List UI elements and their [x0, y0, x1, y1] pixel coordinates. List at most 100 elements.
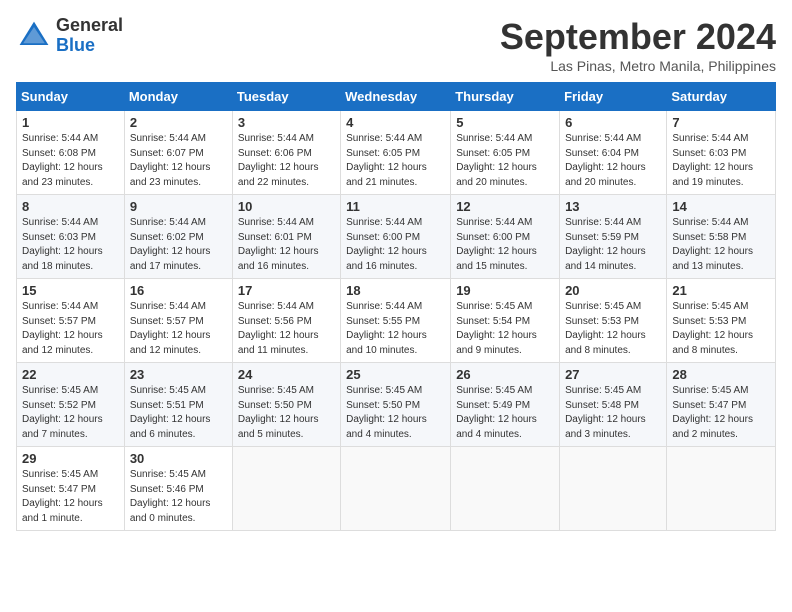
day-info: Sunrise: 5:44 AM Sunset: 6:00 PM Dayligh… [346, 216, 445, 274]
day-number: 22 [22, 367, 119, 382]
day-info: Sunrise: 5:45 AM Sunset: 5:51 PM Dayligh… [130, 384, 227, 442]
day-number: 11 [346, 199, 445, 214]
title-location: Las Pinas, Metro Manila, Philippines [500, 58, 776, 74]
calendar-cell: 20 Sunrise: 5:45 AM Sunset: 5:53 PM Dayl… [560, 279, 667, 363]
calendar-table: Sunday Monday Tuesday Wednesday Thursday… [16, 82, 776, 531]
day-number: 6 [565, 115, 661, 130]
day-info: Sunrise: 5:44 AM Sunset: 6:01 PM Dayligh… [238, 216, 335, 274]
day-info: Sunrise: 5:44 AM Sunset: 5:55 PM Dayligh… [346, 300, 445, 358]
day-number: 16 [130, 283, 227, 298]
calendar-cell: 22 Sunrise: 5:45 AM Sunset: 5:52 PM Dayl… [17, 363, 125, 447]
calendar-cell: 2 Sunrise: 5:44 AM Sunset: 6:07 PM Dayli… [124, 111, 232, 195]
calendar-cell: 23 Sunrise: 5:45 AM Sunset: 5:51 PM Dayl… [124, 363, 232, 447]
title-month: September 2024 [500, 16, 776, 58]
calendar-cell: 5 Sunrise: 5:44 AM Sunset: 6:05 PM Dayli… [451, 111, 560, 195]
day-number: 8 [22, 199, 119, 214]
day-info: Sunrise: 5:44 AM Sunset: 5:59 PM Dayligh… [565, 216, 661, 274]
calendar-cell [667, 447, 776, 531]
day-info: Sunrise: 5:45 AM Sunset: 5:47 PM Dayligh… [22, 468, 119, 526]
day-info: Sunrise: 5:44 AM Sunset: 6:04 PM Dayligh… [565, 132, 661, 190]
day-number: 4 [346, 115, 445, 130]
col-thursday: Thursday [451, 83, 560, 111]
day-number: 24 [238, 367, 335, 382]
day-info: Sunrise: 5:44 AM Sunset: 6:06 PM Dayligh… [238, 132, 335, 190]
calendar-cell [560, 447, 667, 531]
day-number: 30 [130, 451, 227, 466]
day-info: Sunrise: 5:45 AM Sunset: 5:47 PM Dayligh… [672, 384, 770, 442]
day-number: 29 [22, 451, 119, 466]
calendar-cell: 3 Sunrise: 5:44 AM Sunset: 6:06 PM Dayli… [232, 111, 340, 195]
day-number: 2 [130, 115, 227, 130]
day-number: 15 [22, 283, 119, 298]
calendar-body: 1 Sunrise: 5:44 AM Sunset: 6:08 PM Dayli… [17, 111, 776, 531]
col-wednesday: Wednesday [341, 83, 451, 111]
day-number: 20 [565, 283, 661, 298]
calendar-week-3: 15 Sunrise: 5:44 AM Sunset: 5:57 PM Dayl… [17, 279, 776, 363]
calendar-cell: 25 Sunrise: 5:45 AM Sunset: 5:50 PM Dayl… [341, 363, 451, 447]
day-info: Sunrise: 5:44 AM Sunset: 6:08 PM Dayligh… [22, 132, 119, 190]
calendar-cell: 13 Sunrise: 5:44 AM Sunset: 5:59 PM Dayl… [560, 195, 667, 279]
title-block: September 2024 Las Pinas, Metro Manila, … [500, 16, 776, 74]
day-number: 7 [672, 115, 770, 130]
header: General Blue September 2024 Las Pinas, M… [16, 16, 776, 74]
day-info: Sunrise: 5:45 AM Sunset: 5:54 PM Dayligh… [456, 300, 554, 358]
day-info: Sunrise: 5:44 AM Sunset: 6:05 PM Dayligh… [456, 132, 554, 190]
calendar-cell: 12 Sunrise: 5:44 AM Sunset: 6:00 PM Dayl… [451, 195, 560, 279]
day-number: 26 [456, 367, 554, 382]
calendar-cell: 21 Sunrise: 5:45 AM Sunset: 5:53 PM Dayl… [667, 279, 776, 363]
calendar-cell [341, 447, 451, 531]
calendar-header: Sunday Monday Tuesday Wednesday Thursday… [17, 83, 776, 111]
day-info: Sunrise: 5:45 AM Sunset: 5:46 PM Dayligh… [130, 468, 227, 526]
calendar-cell: 1 Sunrise: 5:44 AM Sunset: 6:08 PM Dayli… [17, 111, 125, 195]
calendar-cell [232, 447, 340, 531]
day-info: Sunrise: 5:45 AM Sunset: 5:48 PM Dayligh… [565, 384, 661, 442]
day-number: 27 [565, 367, 661, 382]
calendar-cell: 7 Sunrise: 5:44 AM Sunset: 6:03 PM Dayli… [667, 111, 776, 195]
day-info: Sunrise: 5:45 AM Sunset: 5:52 PM Dayligh… [22, 384, 119, 442]
calendar-cell: 4 Sunrise: 5:44 AM Sunset: 6:05 PM Dayli… [341, 111, 451, 195]
calendar-cell: 19 Sunrise: 5:45 AM Sunset: 5:54 PM Dayl… [451, 279, 560, 363]
calendar-cell: 26 Sunrise: 5:45 AM Sunset: 5:49 PM Dayl… [451, 363, 560, 447]
day-number: 3 [238, 115, 335, 130]
calendar-cell: 15 Sunrise: 5:44 AM Sunset: 5:57 PM Dayl… [17, 279, 125, 363]
logo-general-text: General [56, 16, 123, 36]
day-info: Sunrise: 5:44 AM Sunset: 6:00 PM Dayligh… [456, 216, 554, 274]
day-info: Sunrise: 5:44 AM Sunset: 5:58 PM Dayligh… [672, 216, 770, 274]
day-number: 13 [565, 199, 661, 214]
col-monday: Monday [124, 83, 232, 111]
day-info: Sunrise: 5:44 AM Sunset: 5:56 PM Dayligh… [238, 300, 335, 358]
calendar-cell: 27 Sunrise: 5:45 AM Sunset: 5:48 PM Dayl… [560, 363, 667, 447]
day-number: 14 [672, 199, 770, 214]
calendar-cell: 29 Sunrise: 5:45 AM Sunset: 5:47 PM Dayl… [17, 447, 125, 531]
day-info: Sunrise: 5:45 AM Sunset: 5:53 PM Dayligh… [672, 300, 770, 358]
day-number: 17 [238, 283, 335, 298]
day-info: Sunrise: 5:44 AM Sunset: 6:07 PM Dayligh… [130, 132, 227, 190]
day-number: 5 [456, 115, 554, 130]
day-info: Sunrise: 5:45 AM Sunset: 5:49 PM Dayligh… [456, 384, 554, 442]
col-tuesday: Tuesday [232, 83, 340, 111]
day-info: Sunrise: 5:45 AM Sunset: 5:53 PM Dayligh… [565, 300, 661, 358]
day-info: Sunrise: 5:44 AM Sunset: 6:03 PM Dayligh… [22, 216, 119, 274]
day-number: 18 [346, 283, 445, 298]
day-number: 23 [130, 367, 227, 382]
day-info: Sunrise: 5:44 AM Sunset: 6:05 PM Dayligh… [346, 132, 445, 190]
calendar-week-4: 22 Sunrise: 5:45 AM Sunset: 5:52 PM Dayl… [17, 363, 776, 447]
calendar-cell: 24 Sunrise: 5:45 AM Sunset: 5:50 PM Dayl… [232, 363, 340, 447]
day-number: 10 [238, 199, 335, 214]
day-info: Sunrise: 5:44 AM Sunset: 6:03 PM Dayligh… [672, 132, 770, 190]
col-sunday: Sunday [17, 83, 125, 111]
calendar-cell: 18 Sunrise: 5:44 AM Sunset: 5:55 PM Dayl… [341, 279, 451, 363]
calendar-cell: 14 Sunrise: 5:44 AM Sunset: 5:58 PM Dayl… [667, 195, 776, 279]
day-info: Sunrise: 5:44 AM Sunset: 6:02 PM Dayligh… [130, 216, 227, 274]
day-info: Sunrise: 5:45 AM Sunset: 5:50 PM Dayligh… [346, 384, 445, 442]
calendar-cell: 16 Sunrise: 5:44 AM Sunset: 5:57 PM Dayl… [124, 279, 232, 363]
day-number: 9 [130, 199, 227, 214]
day-number: 21 [672, 283, 770, 298]
day-number: 25 [346, 367, 445, 382]
col-saturday: Saturday [667, 83, 776, 111]
calendar-cell: 6 Sunrise: 5:44 AM Sunset: 6:04 PM Dayli… [560, 111, 667, 195]
day-info: Sunrise: 5:44 AM Sunset: 5:57 PM Dayligh… [130, 300, 227, 358]
day-info: Sunrise: 5:44 AM Sunset: 5:57 PM Dayligh… [22, 300, 119, 358]
day-number: 12 [456, 199, 554, 214]
calendar-cell: 10 Sunrise: 5:44 AM Sunset: 6:01 PM Dayl… [232, 195, 340, 279]
